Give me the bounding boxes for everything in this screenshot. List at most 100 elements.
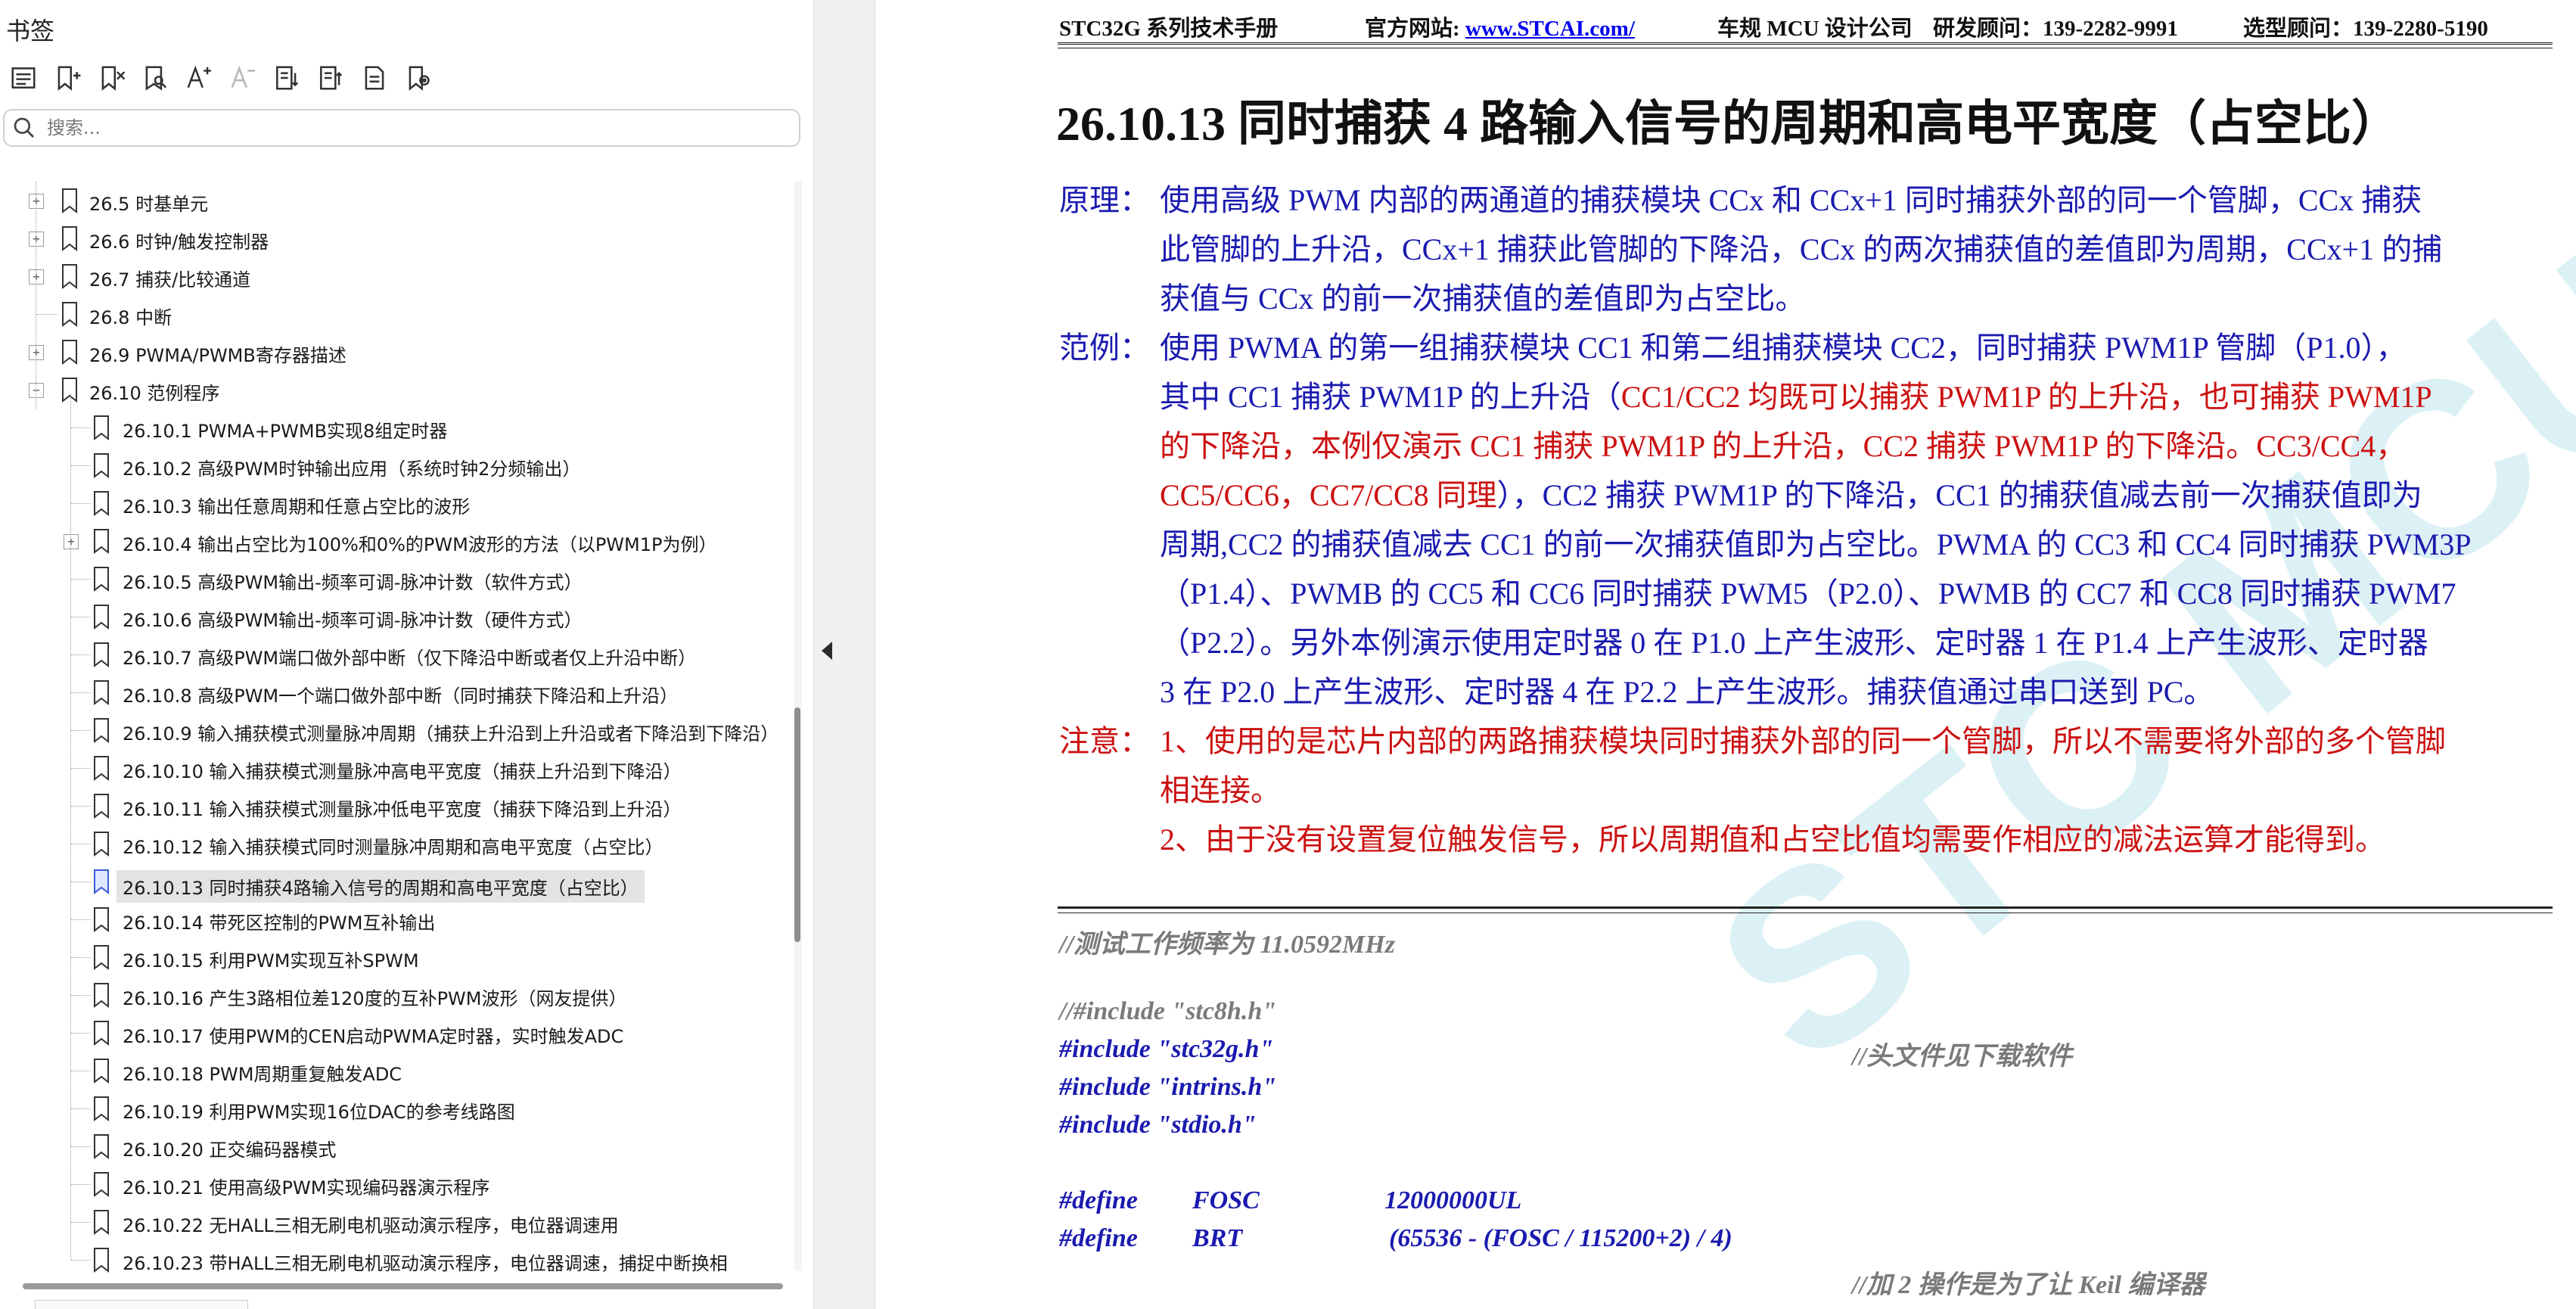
bookmark-label: 26.10.8 高级PWM一个端口做外部中断（同时捕获下降沿和上升沿） xyxy=(123,686,679,707)
bookmark-icon xyxy=(94,945,109,970)
example-line: 的下降沿，本例仅演示 CC1 捕获 PWM1P 的上升沿，CC2 捕获 PWM1… xyxy=(1160,429,2407,463)
principle-line: 获值与 CCx 的前一次捕获值的差值即为占空比。 xyxy=(1160,281,1806,316)
bookmark-list-icon[interactable] xyxy=(3,59,44,97)
bookmark-item[interactable]: +26.9 PWMA/PWMB寄存器描述 xyxy=(0,333,787,371)
example-label: 范例： xyxy=(1059,331,1150,365)
bookmark-item[interactable]: 26.10.23 带HALL三相无刷电机驱动演示程序，电位器调速，捕捉中断换相 xyxy=(0,1241,787,1279)
bookmark-item[interactable]: 26.10.9 输入捕获模式测量脉冲周期（捕获上升沿到上升沿或者下降沿到下降沿） xyxy=(0,711,787,749)
bookmark-item[interactable]: 26.10.20 正交编码器模式 xyxy=(0,1127,787,1165)
bookmark-icon xyxy=(94,794,109,819)
expand-toggle[interactable]: + xyxy=(29,232,44,247)
tree-connector xyxy=(71,806,91,807)
bookmark-icon xyxy=(94,567,109,592)
code-comment: //加 2 操作是为了让 Keil 编译器 xyxy=(1852,1271,2205,1299)
bookmark-find-icon[interactable] xyxy=(135,59,176,97)
bookmark-goto-icon[interactable] xyxy=(398,59,439,97)
collapse-all-icon[interactable] xyxy=(310,59,351,97)
expand-toggle[interactable]: + xyxy=(29,345,44,360)
bookmark-label: 26.10.5 高级PWM输出-频率可调-脉冲计数（软件方式） xyxy=(123,572,583,593)
bookmark-item[interactable]: 26.10.11 输入捕获模式测量脉冲低电平宽度（捕获下降沿到上升沿） xyxy=(0,787,787,825)
bookmark-item[interactable]: 26.10.5 高级PWM输出-频率可调-脉冲计数（软件方式） xyxy=(0,560,787,598)
code-comment: //测试工作频率为 11.0592MHz xyxy=(1059,931,1395,959)
bookmark-label: 26.10.7 高级PWM端口做外部中断（仅下降沿中断或者仅上升沿中断） xyxy=(123,648,697,669)
bookmark-item[interactable]: 26.10.1 PWMA+PWMB实现8组定时器 xyxy=(0,409,787,446)
example-line-red: CC5/CC6，CC7/CC8 同理 xyxy=(1160,478,1497,512)
expand-toggle[interactable]: + xyxy=(29,269,44,284)
bookmark-item[interactable]: 26.10.17 使用PWM的CEN启动PWMA定时器，实时触发ADC xyxy=(0,1014,787,1052)
bookmark-item[interactable]: 26.10.15 利用PWM实现互补SPWM xyxy=(0,938,787,976)
bookmark-label: 26.10.21 使用高级PWM实现编码器演示程序 xyxy=(123,1177,490,1199)
bookmark-item[interactable]: 26.10.21 使用高级PWM实现编码器演示程序 xyxy=(0,1165,787,1203)
bookmark-properties-icon[interactable] xyxy=(354,59,395,97)
bookmark-item[interactable]: 26.10.10 输入捕获模式测量脉冲高电平宽度（捕获上升沿到下降沿） xyxy=(0,749,787,787)
bookmark-icon xyxy=(94,491,109,516)
bookmark-item[interactable]: − 26.10 范例程序 xyxy=(0,371,787,409)
bookmark-item[interactable]: +26.6 时钟/触发控制器 xyxy=(0,219,787,257)
bookmark-label: 26.10.1 PWMA+PWMB实现8组定时器 xyxy=(123,421,448,442)
bookmark-icon xyxy=(94,907,109,932)
collapse-panel-button[interactable] xyxy=(817,636,837,666)
example-line: CC5/CC6，CC7/CC8 同理），CC2 捕获 PWM1P 的下降沿，CC… xyxy=(1160,471,2422,515)
tree-connector xyxy=(71,465,91,466)
font-increase-icon[interactable] xyxy=(179,59,219,97)
header-site-link[interactable]: www.STCAI.com/ xyxy=(1465,17,1635,41)
bookmark-icon xyxy=(62,378,77,403)
tree-connector xyxy=(71,919,91,920)
bookmark-add-icon[interactable] xyxy=(47,59,88,97)
panel-bottom-tab[interactable] xyxy=(35,1300,248,1309)
bookmark-item[interactable]: 26.10.3 输出任意周期和任意占空比的波形 xyxy=(0,484,787,522)
bookmark-label: 26.10 范例程序 xyxy=(89,383,220,404)
bookmark-search-box[interactable] xyxy=(3,109,800,147)
bookmark-icon xyxy=(94,756,109,781)
header-company: 车规 MCU 设计公司 xyxy=(1717,17,1913,41)
bookmark-icon xyxy=(94,1248,109,1273)
bookmark-label: 26.10.12 输入捕获模式同时测量脉冲周期和高电平宽度（占空比） xyxy=(123,837,663,858)
bookmark-label: 26.10.23 带HALL三相无刷电机驱动演示程序，电位器调速，捕捉中断换相 xyxy=(123,1253,728,1274)
expand-toggle[interactable]: + xyxy=(64,534,79,549)
bookmark-item[interactable]: 26.10.22 无HALL三相无刷电机驱动演示程序，电位器调速用 xyxy=(0,1203,787,1241)
bookmark-item[interactable]: 26.10.7 高级PWM端口做外部中断（仅下降沿中断或者仅上升沿中断） xyxy=(0,636,787,673)
bookmark-label: 26.10.6 高级PWM输出-频率可调-脉冲计数（硬件方式） xyxy=(123,610,583,631)
tree-connector xyxy=(71,881,91,882)
bookmark-icon xyxy=(62,226,77,251)
code-comment: //头文件见下载软件 xyxy=(1852,1043,2072,1071)
bookmark-icon xyxy=(94,605,109,630)
bookmark-item[interactable]: 26.10.13 同时捕获4路输入信号的周期和高电平宽度（占空比） xyxy=(0,863,787,903)
bookmarks-vertical-scroll-thumb[interactable] xyxy=(794,707,800,942)
bookmark-label: 26.6 时钟/触发控制器 xyxy=(89,232,269,253)
bookmark-label: 26.5 时基单元 xyxy=(89,194,209,215)
bookmark-item[interactable]: +26.7 捕获/比较通道 xyxy=(0,257,787,295)
bookmarks-horizontal-scrollbar[interactable] xyxy=(23,1283,783,1289)
bookmark-item[interactable]: 26.10.12 输入捕获模式同时测量脉冲周期和高电平宽度（占空比） xyxy=(0,825,787,863)
bookmark-item[interactable]: +26.5 时基单元 xyxy=(0,182,787,219)
bookmark-item[interactable]: 26.10.19 利用PWM实现16位DAC的参考线路图 xyxy=(0,1090,787,1127)
bookmark-search-input[interactable] xyxy=(45,117,729,139)
bookmark-label: 26.10.4 输出占空比为100%和0%的PWM波形的方法（以PWM1P为例） xyxy=(123,534,717,555)
bookmark-item[interactable]: 26.10.16 产生3路相位差120度的互补PWM波形（网友提供） xyxy=(0,976,787,1014)
code-comment: //#include "stc8h.h" xyxy=(1059,997,1277,1025)
bookmark-item[interactable]: 26.10.2 高级PWM时钟输出应用（系统时钟2分频输出） xyxy=(0,446,787,484)
bookmark-item[interactable]: +26.10.4 输出占空比为100%和0%的PWM波形的方法（以PWM1P为例… xyxy=(0,522,787,560)
bookmark-item[interactable]: 26.10.14 带死区控制的PWM互补输出 xyxy=(0,900,787,938)
bookmark-label: 26.10.19 利用PWM实现16位DAC的参考线路图 xyxy=(123,1102,515,1123)
collapse-toggle[interactable]: − xyxy=(29,383,44,398)
tree-connector xyxy=(71,692,91,693)
bookmark-icon xyxy=(94,869,109,894)
expand-toggle[interactable]: + xyxy=(29,194,44,209)
bookmark-item[interactable]: 26.10.18 PWM周期重复触发ADC xyxy=(0,1052,787,1090)
code-define-keyword: #define xyxy=(1059,1186,1138,1214)
bookmark-item[interactable]: 26.10.8 高级PWM一个端口做外部中断（同时捕获下降沿和上升沿） xyxy=(0,673,787,711)
bookmark-delete-icon[interactable] xyxy=(91,59,132,97)
tree-connector xyxy=(71,579,91,580)
bookmark-item[interactable]: 26.10.6 高级PWM输出-频率可调-脉冲计数（硬件方式） xyxy=(0,598,787,636)
code-include: #include "stc32g.h" xyxy=(1059,1035,1274,1063)
bookmark-item[interactable]: 26.8 中断 xyxy=(0,295,787,333)
bookmark-icon xyxy=(62,302,77,327)
expand-all-icon[interactable] xyxy=(266,59,307,97)
font-decrease-icon[interactable] xyxy=(222,59,263,97)
tree-connector xyxy=(71,1146,91,1147)
header-rule xyxy=(1058,42,2553,48)
example-line-red: CC1/CC2 均既可以捕获 PWM1P 的上升沿，也可捕获 PWM1P xyxy=(1620,380,2432,414)
tree-connector xyxy=(71,1033,91,1034)
search-icon xyxy=(14,117,34,138)
